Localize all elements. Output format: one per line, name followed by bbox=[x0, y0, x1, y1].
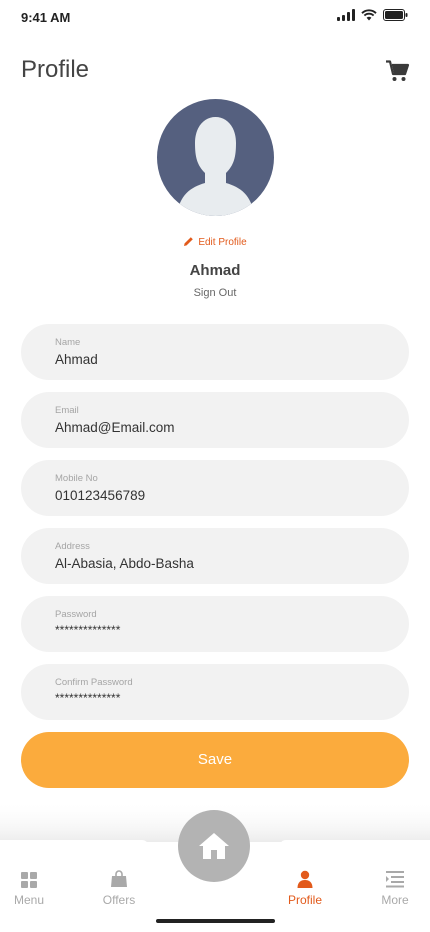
cart-icon[interactable] bbox=[386, 60, 410, 82]
field-label: Confirm Password bbox=[55, 677, 133, 688]
battery-icon bbox=[383, 9, 408, 21]
field-value[interactable]: ************** bbox=[55, 691, 120, 705]
home-button[interactable] bbox=[178, 810, 250, 882]
person-icon bbox=[275, 870, 335, 890]
field-value[interactable]: Ahmad bbox=[55, 352, 98, 367]
nav-label: Offers bbox=[102, 893, 136, 907]
page-title: Profile bbox=[21, 56, 90, 83]
nav-label: More bbox=[381, 893, 409, 907]
field-value[interactable]: Al-Abasia, Abdo-Basha bbox=[55, 556, 194, 571]
signal-icon bbox=[337, 9, 355, 21]
pencil-icon bbox=[183, 236, 194, 250]
field-label: Mobile No bbox=[55, 473, 98, 484]
address-field[interactable]: Address Al-Abasia, Abdo-Basha bbox=[21, 528, 409, 584]
nav-label: Profile bbox=[287, 893, 322, 907]
field-value[interactable]: 010123456789 bbox=[55, 488, 145, 503]
status-icons bbox=[337, 9, 408, 21]
status-bar: 9:41 AM bbox=[0, 0, 430, 34]
field-label: Address bbox=[55, 541, 90, 552]
edit-profile-link[interactable]: Edit Profile bbox=[0, 236, 430, 250]
nav-label: Menu bbox=[13, 893, 45, 907]
save-button[interactable]: Save bbox=[21, 732, 409, 788]
field-label: Name bbox=[55, 337, 81, 348]
field-label: Email bbox=[55, 405, 79, 416]
bottom-nav: Menu Offers Profile More bbox=[0, 800, 430, 932]
home-indicator bbox=[156, 919, 275, 923]
sign-out-link[interactable]: Sign Out bbox=[0, 287, 430, 299]
nav-item-profile[interactable]: Profile bbox=[275, 870, 335, 907]
field-value[interactable]: Ahmad@Email.com bbox=[55, 420, 175, 435]
field-value[interactable]: ************** bbox=[55, 623, 120, 637]
nav-item-offers[interactable]: Offers bbox=[89, 870, 149, 907]
mobile-field[interactable]: Mobile No 010123456789 bbox=[21, 460, 409, 516]
nav-item-menu[interactable]: Menu bbox=[0, 870, 59, 907]
user-name: Ahmad bbox=[189, 262, 241, 279]
status-time: 9:41 AM bbox=[21, 10, 71, 25]
nav-item-more[interactable]: More bbox=[365, 870, 425, 907]
avatar[interactable] bbox=[157, 99, 274, 216]
field-label: Password bbox=[55, 609, 97, 620]
name-field[interactable]: Name Ahmad bbox=[21, 324, 409, 380]
grid-icon bbox=[0, 870, 59, 890]
wifi-icon bbox=[361, 9, 377, 21]
edit-profile-label: Edit Profile bbox=[198, 237, 247, 248]
bag-icon bbox=[89, 870, 149, 890]
home-icon bbox=[199, 833, 229, 859]
confirm-password-field[interactable]: Confirm Password ************** bbox=[21, 664, 409, 720]
list-icon bbox=[365, 870, 425, 890]
email-field[interactable]: Email Ahmad@Email.com bbox=[21, 392, 409, 448]
password-field[interactable]: Password ************** bbox=[21, 596, 409, 652]
